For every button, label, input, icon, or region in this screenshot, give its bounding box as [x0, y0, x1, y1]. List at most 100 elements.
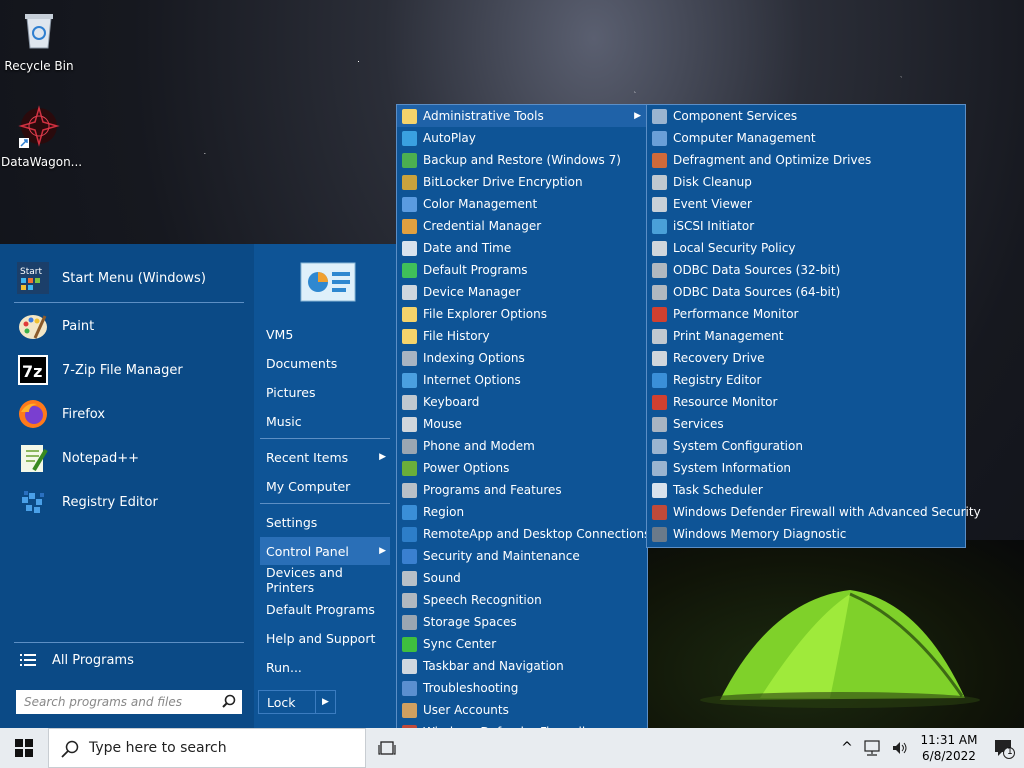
menu-item-defragment-and-optimize-drives[interactable]: Defragment and Optimize Drives [647, 149, 965, 171]
menu-item-backup-and-restore-windows-7[interactable]: Backup and Restore (Windows 7) [397, 149, 647, 171]
start-menu-item-notepadpp[interactable]: Notepad++ [10, 438, 246, 478]
menu-item-disk-cleanup[interactable]: Disk Cleanup [647, 171, 965, 193]
right-item-settings[interactable]: Settings [260, 508, 390, 536]
right-item-run[interactable]: Run... [260, 653, 390, 681]
menu-item-system-information[interactable]: System Information [647, 457, 965, 479]
menu-item-label: ODBC Data Sources (64-bit) [673, 285, 841, 299]
menu-item-phone-and-modem[interactable]: Phone and Modem [397, 435, 647, 457]
menu-item-label: Defragment and Optimize Drives [673, 153, 872, 167]
start-menu-item-label: Notepad++ [62, 450, 140, 466]
user-accounts-icon [402, 702, 417, 718]
menu-item-remoteapp-and-desktop-connections[interactable]: RemoteApp and Desktop Connections [397, 523, 650, 545]
menu-item-event-viewer[interactable]: Event Viewer [647, 193, 965, 215]
task-view-icon[interactable] [378, 739, 396, 757]
start-button[interactable] [0, 728, 48, 768]
menu-item-odbc-data-sources-64-bit[interactable]: ODBC Data Sources (64-bit) [647, 281, 965, 303]
start-menu-item-registry-editor[interactable]: Registry Editor [10, 482, 246, 522]
menu-item-credential-manager[interactable]: Credential Manager [397, 215, 647, 237]
network-icon[interactable] [862, 739, 882, 757]
menu-item-device-manager[interactable]: Device Manager [397, 281, 647, 303]
menu-item-sync-center[interactable]: Sync Center [397, 633, 647, 655]
right-item-control-panel[interactable]: Control Panel ▶ [260, 537, 390, 565]
desktop-icon-recycle-bin[interactable]: Recycle Bin [1, 8, 77, 73]
menu-item-performance-monitor[interactable]: Performance Monitor [647, 303, 965, 325]
menu-item-services[interactable]: Services [647, 413, 965, 435]
menu-item-iscsi-initiator[interactable]: iSCSI Initiator [647, 215, 965, 237]
menu-item-file-history[interactable]: File History [397, 325, 647, 347]
clock[interactable]: 11:31 AM 6/8/2022 [914, 732, 984, 764]
right-item-recent-items[interactable]: Recent Items ▶ [260, 443, 390, 471]
divider [14, 302, 244, 303]
menu-item-computer-management[interactable]: Computer Management [647, 127, 965, 149]
right-item-user[interactable]: VM5 [260, 320, 390, 348]
all-programs-button[interactable]: All Programs [10, 640, 246, 680]
menu-item-label: Print Management [673, 329, 784, 343]
menu-item-user-accounts[interactable]: User Accounts [397, 699, 647, 721]
menu-item-indexing-options[interactable]: Indexing Options [397, 347, 647, 369]
menu-item-windows-memory-diagnostic[interactable]: Windows Memory Diagnostic [647, 523, 965, 545]
right-item-label: Run... [266, 659, 302, 675]
menu-item-task-scheduler[interactable]: Task Scheduler [647, 479, 965, 501]
menu-item-system-configuration[interactable]: System Configuration [647, 435, 965, 457]
menu-item-label: Region [423, 505, 465, 519]
start-menu-search-input[interactable]: Search programs and files [16, 690, 242, 714]
start-menu-item-start-menu-windows[interactable]: Start Start Menu (Windows) [10, 258, 246, 298]
lock-button[interactable]: Lock ▶ [258, 690, 336, 714]
right-item-help-support[interactable]: Help and Support [260, 624, 390, 652]
right-item-default-programs[interactable]: Default Programs [260, 595, 390, 623]
menu-item-recovery-drive[interactable]: Recovery Drive [647, 347, 965, 369]
start-menu-item-7zip[interactable]: 7z 7-Zip File Manager [10, 350, 246, 390]
notepadpp-icon [16, 441, 50, 475]
right-item-my-computer[interactable]: My Computer [260, 472, 390, 500]
wallpaper-tent [700, 590, 980, 708]
menu-item-component-services[interactable]: Component Services [647, 105, 965, 127]
menu-item-registry-editor[interactable]: Registry Editor [647, 369, 965, 391]
taskbar-search-input[interactable]: Type here to search [48, 728, 366, 768]
right-item-music[interactable]: Music [260, 407, 390, 435]
right-item-devices-printers[interactable]: Devices and Printers [260, 565, 390, 595]
task-scheduler-icon [652, 482, 667, 498]
volume-icon[interactable] [890, 739, 910, 757]
color-management-icon [402, 196, 417, 212]
menu-item-bitlocker-drive-encryption[interactable]: BitLocker Drive Encryption [397, 171, 647, 193]
chevron-right-icon[interactable]: ▶ [315, 691, 335, 713]
menu-item-local-security-policy[interactable]: Local Security Policy [647, 237, 965, 259]
menu-item-mouse[interactable]: Mouse [397, 413, 647, 435]
menu-item-keyboard[interactable]: Keyboard [397, 391, 647, 413]
start-menu-item-firefox[interactable]: Firefox [10, 394, 246, 434]
internet-options-icon [402, 372, 417, 388]
file-history-icon [402, 328, 417, 344]
right-item-documents[interactable]: Documents [260, 349, 390, 377]
menu-item-internet-options[interactable]: Internet Options [397, 369, 647, 391]
menu-item-color-management[interactable]: Color Management [397, 193, 647, 215]
menu-item-administrative-tools[interactable]: Administrative Tools ▶ [397, 105, 647, 127]
menu-item-power-options[interactable]: Power Options [397, 457, 647, 479]
menu-item-date-and-time[interactable]: Date and Time [397, 237, 647, 259]
menu-item-resource-monitor[interactable]: Resource Monitor [647, 391, 965, 413]
menu-item-security-and-maintenance[interactable]: Security and Maintenance [397, 545, 647, 567]
menu-item-label: Administrative Tools [423, 109, 544, 123]
menu-item-file-explorer-options[interactable]: File Explorer Options [397, 303, 647, 325]
start-menu-item-paint[interactable]: Paint [10, 306, 246, 346]
menu-item-odbc-data-sources-32-bit[interactable]: ODBC Data Sources (32-bit) [647, 259, 965, 281]
desktop-icon-datawagon[interactable]: DataWagon... [1, 104, 83, 169]
menu-item-storage-spaces[interactable]: Storage Spaces [397, 611, 647, 633]
menu-item-windows-defender-firewall-with-advanced-security[interactable]: Windows Defender Firewall with Advanced … [647, 501, 981, 523]
all-programs-label: All Programs [52, 652, 134, 668]
chevron-up-icon[interactable]: ^ [836, 740, 858, 756]
desktop-icon-label: DataWagon... [1, 155, 83, 169]
right-item-pictures[interactable]: Pictures [260, 378, 390, 406]
menu-item-troubleshooting[interactable]: Troubleshooting [397, 677, 647, 699]
menu-item-label: Default Programs [423, 263, 528, 277]
notification-center-button[interactable]: 1 [984, 728, 1024, 768]
menu-item-autoplay[interactable]: AutoPlay [397, 127, 647, 149]
backup-icon [402, 152, 417, 168]
menu-item-taskbar-and-navigation[interactable]: Taskbar and Navigation [397, 655, 647, 677]
menu-item-programs-and-features[interactable]: Programs and Features [397, 479, 647, 501]
menu-item-print-management[interactable]: Print Management [647, 325, 965, 347]
menu-item-region[interactable]: Region [397, 501, 647, 523]
menu-item-default-programs[interactable]: Default Programs [397, 259, 647, 281]
menu-item-sound[interactable]: Sound [397, 567, 647, 589]
menu-item-speech-recognition[interactable]: Speech Recognition [397, 589, 647, 611]
user-picture-icon[interactable] [300, 262, 356, 302]
